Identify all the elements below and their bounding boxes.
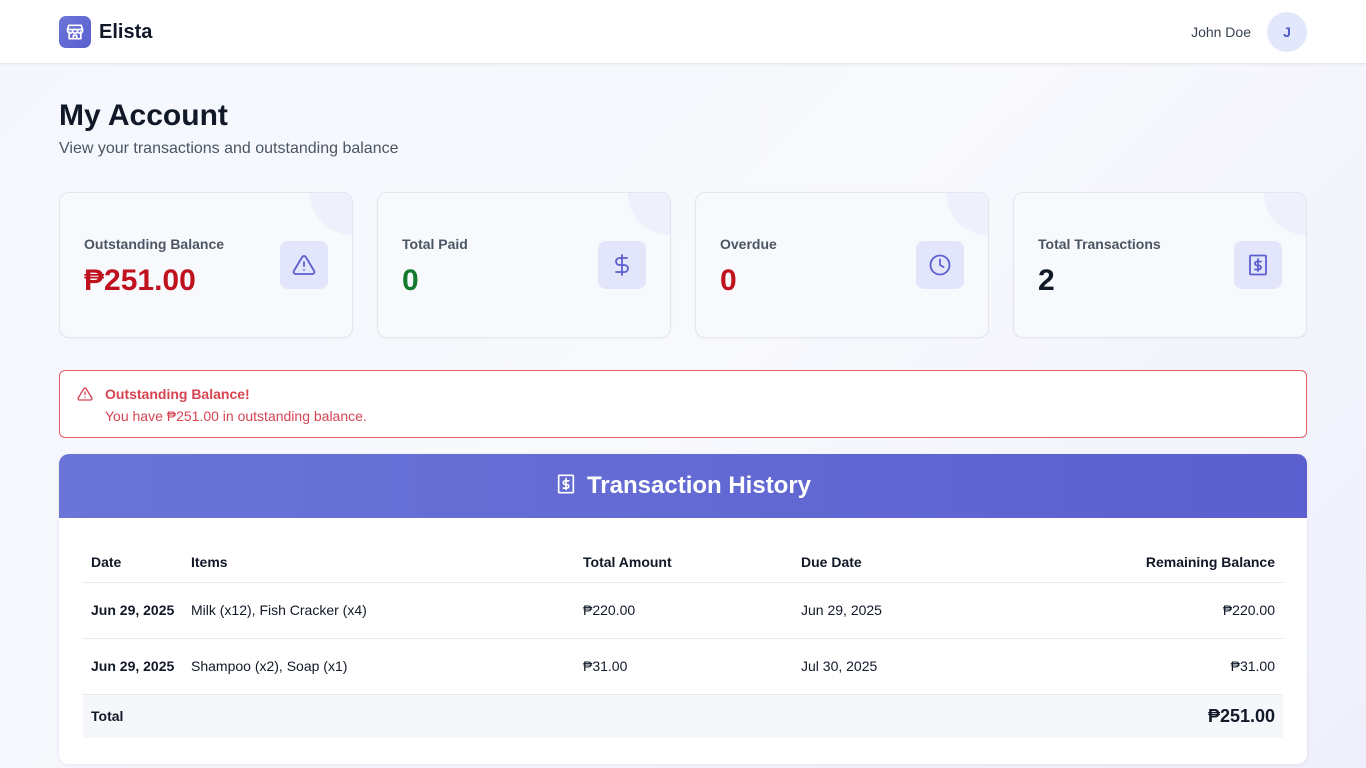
stat-value: 2 [1038,264,1055,297]
brand-name: Elista [99,20,153,43]
column-header-date: Date [83,542,183,583]
brand[interactable]: Elista [59,16,152,48]
dollar-icon [598,241,646,289]
receipt-icon [555,472,577,501]
stat-card-outstanding-balance: Outstanding Balance ₱251.00 [59,192,353,338]
transaction-history-panel: Transaction History Date Items Total Amo… [59,454,1307,764]
clock-icon [916,241,964,289]
total-spacer [183,693,575,738]
stat-value: 0 [720,264,737,297]
stat-card-total-transactions: Total Transactions 2 [1013,192,1307,338]
cell-due-date: Jul 30, 2025 [793,638,1043,695]
outstanding-balance-alert: Outstanding Balance! You have ₱251.00 in… [59,370,1307,438]
column-header-total-amount: Total Amount [575,542,793,583]
card-decoration [628,193,670,235]
page-title: My Account [59,99,228,132]
table-row[interactable]: Jun 29, 2025 Shampoo (x2), Soap (x1) ₱31… [83,638,1283,695]
cell-remaining-balance: ₱31.00 [1043,638,1283,695]
card-decoration [946,193,988,235]
cell-total-amount: ₱220.00 [575,582,793,639]
card-decoration [1264,193,1306,235]
column-header-due-date: Due Date [793,542,1043,583]
total-spacer [793,693,1043,738]
total-value: ₱251.00 [1043,693,1283,738]
alert-title: Outstanding Balance! [105,386,250,402]
table-row[interactable]: Jun 29, 2025 Milk (x12), Fish Cracker (x… [83,582,1283,639]
card-decoration [310,193,352,235]
cell-remaining-balance: ₱220.00 [1043,582,1283,639]
panel-header: Transaction History [59,454,1307,518]
column-header-items: Items [183,542,575,583]
cell-date: Jun 29, 2025 [83,638,183,695]
stat-card-total-paid: Total Paid 0 [377,192,671,338]
cell-date: Jun 29, 2025 [83,582,183,639]
stat-value: ₱251.00 [84,264,196,297]
warning-triangle-icon [280,241,328,289]
stat-label: Total Paid [402,236,468,252]
total-label: Total [83,693,183,738]
stat-label: Outstanding Balance [84,236,225,252]
cell-due-date: Jun 29, 2025 [793,582,1043,639]
table-header-row: Date Items Total Amount Due Date Remaini… [83,542,1283,583]
store-icon [59,16,91,48]
column-header-remaining-balance: Remaining Balance [1043,542,1283,583]
stat-label: Overdue [720,236,777,252]
transactions-table: Date Items Total Amount Due Date Remaini… [83,542,1283,738]
total-spacer [575,693,793,738]
user-menu[interactable]: John Doe J [1191,12,1307,52]
warning-triangle-icon [77,386,93,407]
cell-total-amount: ₱31.00 [575,638,793,695]
cell-items: Milk (x12), Fish Cracker (x4) [183,582,575,639]
table-total-row: Total ₱251.00 [83,693,1283,738]
receipt-icon [1234,241,1282,289]
alert-message: You have ₱251.00 in outstanding balance. [105,408,367,424]
page-subtitle: View your transactions and outstanding b… [59,140,399,157]
stat-value: 0 [402,264,419,297]
avatar[interactable]: J [1267,12,1307,52]
panel-title: Transaction History [586,472,812,499]
top-navbar: Elista John Doe J [0,0,1366,64]
stat-label: Total Transactions [1038,236,1161,252]
cell-items: Shampoo (x2), Soap (x1) [183,638,575,695]
stat-card-overdue: Overdue 0 [695,192,989,338]
user-name: John Doe [1191,24,1251,40]
